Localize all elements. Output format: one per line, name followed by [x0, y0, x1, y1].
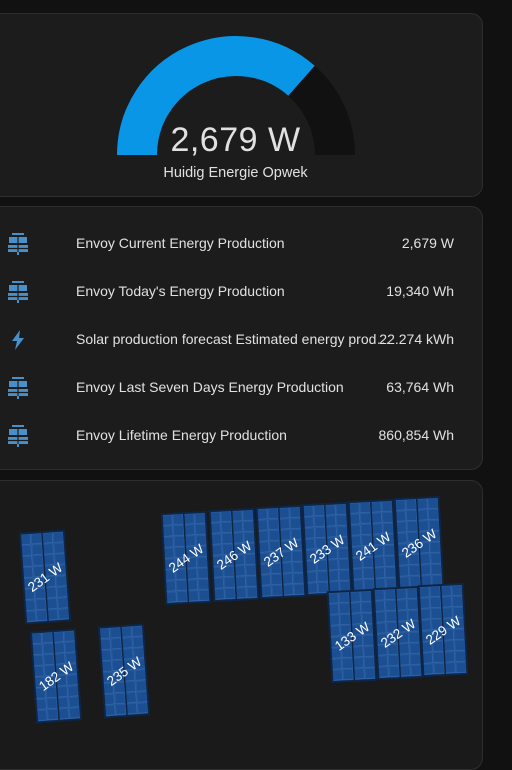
- gauge-value: 2,679 W: [170, 121, 301, 159]
- entity-row-today-production[interactable]: Envoy Today's Energy Production 19,340 W…: [1, 267, 484, 315]
- entity-name: Envoy Last Seven Days Energy Production: [76, 379, 344, 395]
- entity-row-lifetime[interactable]: Envoy Lifetime Energy Production 860,854…: [1, 411, 484, 459]
- flash-icon: [12, 330, 24, 350]
- solar-power-icon: [8, 281, 28, 303]
- solar-panel[interactable]: 231 W: [18, 529, 72, 625]
- solar-panel[interactable]: 246 W: [208, 507, 260, 603]
- entity-value: 19,340 Wh: [386, 283, 454, 299]
- solar-panel[interactable]: 182 W: [29, 628, 83, 724]
- solar-power-icon: [8, 233, 28, 255]
- solar-panel[interactable]: 233 W: [301, 501, 353, 597]
- gauge-label: Huidig Energie Opwek: [163, 165, 308, 181]
- entity-name: Envoy Lifetime Energy Production: [76, 427, 287, 443]
- entity-value: 860,854 Wh: [378, 427, 455, 443]
- entity-value: 63,764 Wh: [386, 379, 454, 395]
- solar-panels-card: 231 W 182 W 235 W 244 W 246 W 237 W 233 W 241 W…: [0, 480, 483, 770]
- entity-row-current-production[interactable]: Envoy Current Energy Production 2,679 W: [1, 219, 484, 267]
- solar-power-icon: [8, 425, 28, 447]
- solar-panel[interactable]: 237 W: [255, 504, 307, 600]
- solar-power-icon: [8, 377, 28, 399]
- entity-row-seven-days[interactable]: Envoy Last Seven Days Energy Production …: [1, 363, 484, 411]
- entity-name: Envoy Current Energy Production: [76, 235, 285, 251]
- entities-card: Envoy Current Energy Production 2,679 W …: [0, 206, 483, 470]
- gauge-card[interactable]: 2,679 W Huidig Energie Opwek: [0, 13, 483, 197]
- solar-panel[interactable]: 232 W: [372, 585, 424, 681]
- entity-row-solar-forecast[interactable]: Solar production forecast Estimated ener…: [1, 315, 484, 363]
- solar-panel[interactable]: 241 W: [347, 498, 399, 594]
- solar-panel-layout: 231 W182 W 235 W244 W 246 W 237 W 233 W 241 W…: [18, 495, 469, 724]
- solar-panel[interactable]: 229 W: [417, 582, 469, 678]
- entity-name: Envoy Today's Energy Production: [76, 283, 285, 299]
- entity-name: Solar production forecast Estimated ener…: [76, 331, 398, 347]
- entity-value: 22.274 kWh: [379, 331, 454, 347]
- solar-panel[interactable]: 236 W: [393, 495, 445, 591]
- entity-value: 2,679 W: [401, 235, 454, 251]
- solar-panel[interactable]: 133 W: [326, 588, 378, 684]
- solar-panel[interactable]: 235 W: [97, 623, 151, 719]
- solar-panel[interactable]: 244 W: [160, 510, 212, 606]
